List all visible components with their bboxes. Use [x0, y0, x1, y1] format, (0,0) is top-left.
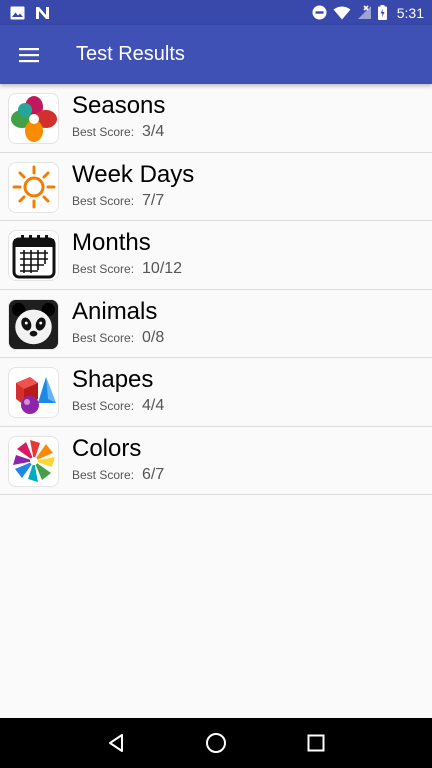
hamburger-menu-icon [19, 47, 39, 62]
list-item-seasons[interactable]: Seasons Best Score: 3/4 [0, 84, 432, 153]
recents-button[interactable] [296, 723, 336, 763]
item-title: Shapes [72, 366, 154, 393]
item-title: Week Days [72, 160, 195, 188]
score-label: Best Score: [72, 262, 135, 276]
best-score: Best Score: 3/4 [72, 123, 164, 141]
score-value: 10/12 [142, 260, 183, 277]
best-score: Best Score: 4/4 [72, 397, 164, 415]
list-item-colors[interactable]: Colors Best Score: 6/7 [0, 427, 432, 495]
list-item-week-days[interactable]: Week Days Best Score: 7/7 [0, 153, 432, 221]
score-label: Best Score: [72, 193, 135, 208]
item-title: Seasons [72, 92, 166, 119]
seasons-flower-icon [8, 93, 59, 144]
panda-icon [8, 298, 59, 350]
best-score: Best Score: 0/8 [72, 329, 164, 347]
list-item-animals[interactable]: Animals Best Score: 0/8 [0, 290, 432, 358]
score-label: Best Score: [72, 125, 135, 139]
pinwheel-icon [8, 435, 59, 487]
item-title: Animals [72, 297, 158, 325]
home-icon [206, 733, 226, 753]
menu-button[interactable] [0, 25, 58, 84]
sun-icon [8, 161, 59, 213]
results-list: Seasons Best Score: 3/4 Week Days Best S… [0, 84, 432, 495]
score-value: 0/8 [142, 328, 165, 346]
shapes-icon [8, 367, 59, 418]
list-item-months[interactable]: Months Best Score: 10/12 [0, 221, 432, 290]
n-notification-icon [35, 6, 50, 20]
image-icon [10, 6, 25, 20]
score-value: 4/4 [142, 397, 165, 414]
best-score: Best Score: 10/12 [72, 260, 182, 278]
wifi-icon [333, 6, 351, 20]
battery-charging-icon [377, 5, 387, 20]
score-label: Best Score: [72, 399, 135, 413]
item-title: Colors [72, 434, 142, 462]
status-time: 5:31 [396, 4, 424, 21]
item-title: Months [72, 229, 151, 256]
page-title: Test Results [76, 43, 185, 65]
score-value: 6/7 [142, 465, 165, 483]
status-bar: 5:31 [0, 0, 432, 25]
navigation-bar [0, 718, 432, 768]
signal-off-icon [357, 5, 372, 20]
score-label: Best Score: [72, 467, 135, 482]
app-bar: Test Results [0, 25, 432, 84]
score-value: 7/7 [142, 191, 165, 209]
list-item-shapes[interactable]: Shapes Best Score: 4/4 [0, 358, 432, 427]
score-value: 3/4 [142, 123, 165, 140]
best-score: Best Score: 6/7 [72, 466, 164, 484]
back-button[interactable] [96, 723, 136, 763]
best-score: Best Score: 7/7 [72, 192, 164, 210]
recents-icon [307, 734, 325, 752]
back-icon [109, 734, 123, 752]
score-label: Best Score: [72, 330, 135, 345]
home-button[interactable] [196, 723, 236, 763]
do-not-disturb-icon [312, 5, 327, 20]
calendar-icon [8, 230, 59, 281]
